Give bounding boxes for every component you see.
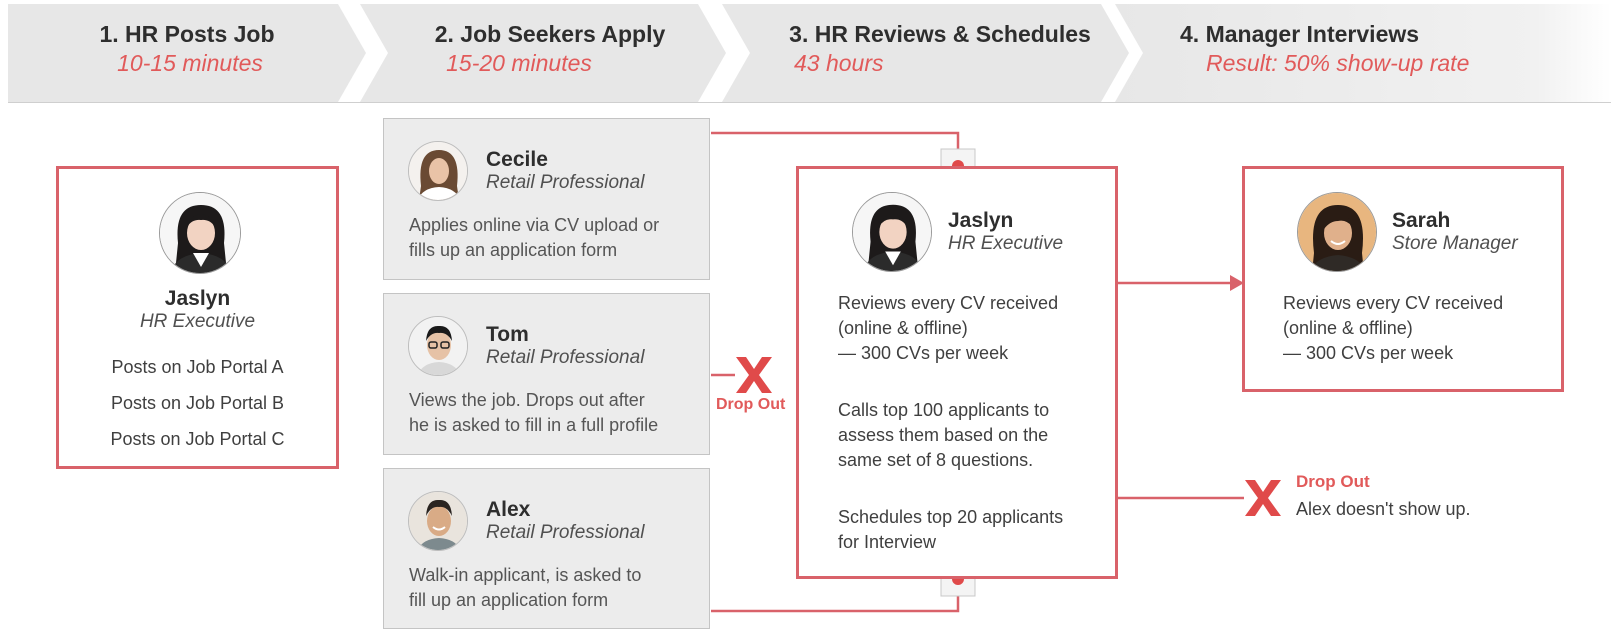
tom-dropout-x-icon	[736, 357, 772, 393]
jaslyn-avatar-icon	[160, 193, 240, 273]
task-item: Posts on Job Portal B	[110, 393, 285, 413]
manager-card: Sarah Store Manager Reviews every CV rec…	[1242, 166, 1564, 392]
step-3: 3. HR Reviews & Schedules 43 hours	[760, 4, 1120, 102]
person-role: HR Executive	[139, 311, 256, 332]
seeker-card-tom: Tom Retail Professional Views the job. D…	[383, 293, 710, 455]
seeker-card-alex: Alex Retail Professional Walk-in applica…	[383, 468, 710, 629]
person-description: Applies online via CV upload or fills up…	[409, 213, 659, 263]
avatar	[852, 192, 932, 272]
description-line: — 300 CVs per week	[1283, 343, 1454, 363]
cecile-avatar-icon	[409, 142, 467, 200]
person-name: Alex	[486, 498, 531, 521]
description-line: (online & offline)	[838, 318, 968, 338]
seeker-card-cecile: Cecile Retail Professional Applies onlin…	[383, 118, 710, 280]
description-line: — 300 CVs per week	[838, 343, 1009, 363]
avatar	[408, 491, 468, 551]
hr-post-card: Jaslyn HR Executive Posts on Job Portal …	[56, 166, 339, 469]
step-1: 1. HR Posts Job 10-15 minutes	[8, 4, 366, 102]
person-header: Jaslyn HR Executive	[59, 287, 336, 333]
person-name: Jaslyn	[948, 209, 1014, 232]
description-line: assess them based on the	[838, 425, 1049, 445]
person-description: Reviews every CV received (online & offl…	[1283, 291, 1503, 366]
tom-avatar-icon	[409, 317, 467, 375]
person-name: Sarah	[1392, 209, 1451, 232]
person-description: Walk-in applicant, is asked to fill up a…	[409, 563, 641, 613]
person-role: Retail Professional	[486, 347, 645, 368]
tom-dropout-label: Drop Out	[716, 396, 786, 413]
review-paragraph-1: Reviews every CV received (online & offl…	[838, 291, 1058, 366]
description-line: Reviews every CV received	[838, 293, 1059, 313]
alex-dropout-label: Drop Out	[1296, 472, 1370, 491]
person-header: Tom Retail Professional	[486, 323, 644, 369]
person-description: Views the job. Drops out after he is ask…	[409, 388, 658, 438]
description-line: Calls top 100 applicants to	[838, 400, 1050, 420]
description-line: (online & offline)	[1283, 318, 1413, 338]
step-4-result: Result: 50% show-up rate	[1206, 50, 1470, 76]
connector-cecile	[711, 131, 960, 166]
person-name: Jaslyn	[164, 287, 231, 310]
step-3-duration: 43 hours	[794, 50, 884, 76]
person-name: Tom	[486, 323, 529, 346]
review-paragraph-3: Schedules top 20 applicants for Intervie…	[838, 505, 1063, 555]
step-1-title: 1. HR Posts Job	[99, 21, 275, 47]
description-line: Schedules top 20 applicants	[838, 507, 1064, 527]
person-name: Cecile	[486, 148, 548, 171]
sarah-avatar-icon	[1298, 193, 1376, 271]
person-header: Alex Retail Professional	[486, 498, 644, 544]
description-line: same set of 8 questions.	[838, 450, 1034, 470]
process-header: 1. HR Posts Job 10-15 minutes 2. Job See…	[8, 4, 1611, 102]
person-role: Retail Professional	[486, 522, 645, 543]
hr-review-card: Jaslyn HR Executive Reviews every CV rec…	[796, 166, 1118, 579]
description-line: Reviews every CV received	[1283, 293, 1504, 313]
task-item: Posts on Job Portal C	[110, 429, 285, 449]
description-line: Views the job. Drops out after	[409, 390, 645, 410]
jaslyn-avatar-icon	[853, 193, 931, 271]
header-divider	[8, 102, 1611, 103]
person-header: Sarah Store Manager	[1392, 209, 1518, 255]
step-2-title: 2. Job Seekers Apply	[434, 21, 666, 47]
task-list: Posts on Job Portal A Posts on Job Porta…	[59, 349, 336, 457]
description-line: for Interview	[838, 532, 937, 552]
step-2: 2. Job Seekers Apply 15-20 minutes	[374, 4, 726, 102]
description-line: Walk-in applicant, is asked to	[409, 565, 642, 585]
avatar	[159, 192, 241, 274]
alex-dropout-x-icon	[1245, 480, 1281, 516]
description-line: fill up an application form	[409, 590, 609, 610]
description-line: he is asked to fill in a full profile	[409, 415, 659, 435]
avatar	[408, 141, 468, 201]
person-role: HR Executive	[948, 233, 1064, 254]
step-1-duration: 10-15 minutes	[117, 50, 263, 76]
avatar	[408, 316, 468, 376]
connector-alex	[711, 579, 960, 613]
person-header: Cecile Retail Professional	[486, 148, 644, 194]
avatar	[1297, 192, 1377, 272]
task-item: Posts on Job Portal A	[111, 357, 284, 377]
person-role: Retail Professional	[486, 172, 645, 193]
step-3-title: 3. HR Reviews & Schedules	[789, 21, 1091, 47]
alex-avatar-icon	[409, 492, 467, 550]
alex-dropout-note: Alex doesn't show up.	[1296, 499, 1471, 519]
step-4: 4. Manager Interviews Result: 50% show-u…	[1158, 4, 1548, 102]
person-header: Jaslyn HR Executive	[948, 209, 1063, 255]
person-role: Store Manager	[1392, 233, 1518, 254]
step-4-title: 4. Manager Interviews	[1180, 21, 1420, 47]
description-line: fills up an application form	[409, 240, 618, 260]
description-line: Applies online via CV upload or	[409, 215, 660, 235]
step-2-duration: 15-20 minutes	[446, 50, 592, 76]
review-paragraph-2: Calls top 100 applicants to assess them …	[838, 398, 1049, 473]
